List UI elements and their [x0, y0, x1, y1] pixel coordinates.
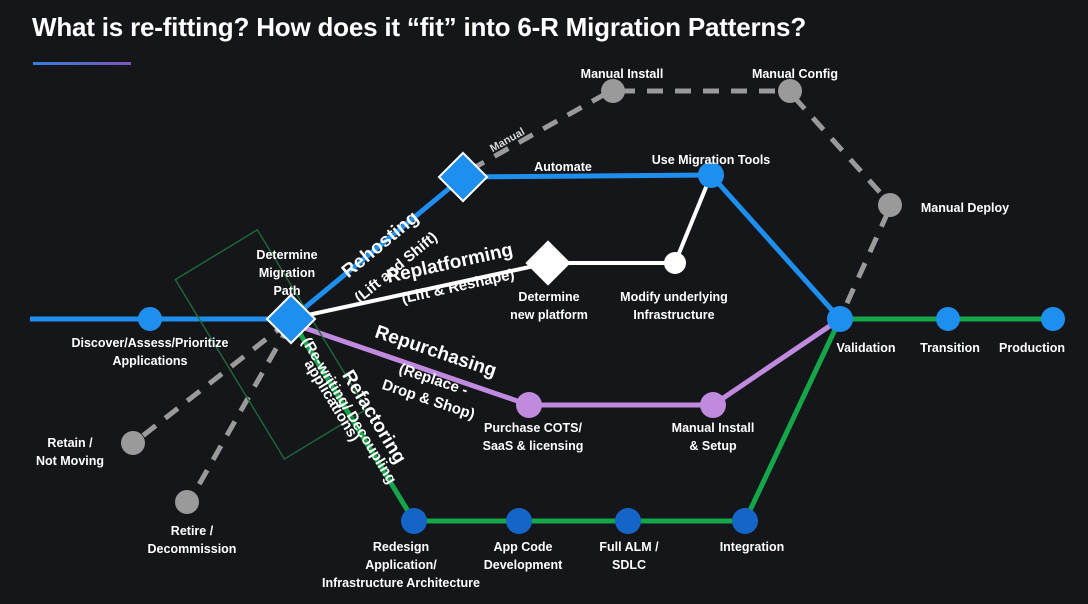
edge-manual-deploy-to-validation [840, 210, 891, 314]
node-retain[interactable] [121, 431, 145, 455]
label-modify-infrastructure-line2: Infrastructure [633, 308, 714, 322]
node-full-alm-sdlc[interactable] [615, 508, 641, 534]
label-transition: Transition [920, 341, 980, 355]
node-transition[interactable] [936, 307, 960, 331]
label-app-code-line2: Development [484, 558, 563, 572]
label-manual-install-top: Manual Install [581, 67, 664, 81]
label-determine-path-line3: Path [273, 284, 300, 298]
label-modify-infrastructure-line1: Modify underlying [620, 290, 728, 304]
node-manual-install-setup[interactable] [700, 392, 726, 418]
label-manual-config: Manual Config [752, 67, 838, 81]
label-use-migration-tools: Use Migration Tools [652, 153, 771, 167]
label-retain-line2: Not Moving [36, 454, 104, 468]
node-discover[interactable] [138, 307, 162, 331]
label-manual-install-setup-line1: Manual Install [672, 421, 755, 435]
label-validation: Validation [836, 341, 895, 355]
node-modify-infrastructure[interactable] [664, 252, 686, 274]
node-manual-install-top[interactable] [601, 79, 625, 103]
label-determine-path-line1: Determine [256, 248, 317, 262]
label-redesign-line3: Infrastructure Architecture [322, 576, 480, 590]
label-redesign-line2: Application/ [365, 558, 437, 572]
label-integration: Integration [720, 540, 785, 554]
label-determine-path-line2: Migration [259, 266, 315, 280]
label-purchase-cots-line1: Purchase COTS/ [484, 421, 582, 435]
label-redesign-line1: Redesign [373, 540, 429, 554]
node-integration[interactable] [732, 508, 758, 534]
label-retire-line1: Retire / [171, 524, 214, 538]
label-production: Production [999, 341, 1065, 355]
label-purchase-cots-line2: SaaS & licensing [483, 439, 584, 453]
diagram-canvas: What is re-fitting? How does it “fit” in… [0, 0, 1088, 604]
edge-rehosting-to-manual-install [468, 90, 609, 173]
label-app-code-line1: App Code [493, 540, 552, 554]
node-app-code-development[interactable] [506, 508, 532, 534]
node-manual-deploy[interactable] [878, 193, 902, 217]
node-purchase-cots[interactable] [516, 392, 542, 418]
label-determine-new-platform-line1: Determine [518, 290, 579, 304]
edge-tools-to-validation [709, 173, 842, 321]
label-discover-line2: Applications [112, 354, 187, 368]
label-manual-deploy: Manual Deploy [921, 201, 1009, 215]
edge-modify-infra-to-tools [673, 174, 713, 264]
edge-automate [462, 172, 712, 180]
node-redesign[interactable] [401, 508, 427, 534]
edge-label-automate: Automate [534, 160, 592, 174]
node-determine-new-platform[interactable] [525, 240, 571, 286]
label-determine-new-platform-line2: new platform [510, 308, 588, 322]
label-full-alm-line2: SDLC [612, 558, 646, 572]
label-full-alm-line1: Full ALM / [599, 540, 659, 554]
label-retain-line1: Retain / [47, 436, 93, 450]
label-retire-line2: Decommission [148, 542, 237, 556]
node-validation[interactable] [827, 306, 853, 332]
node-retire[interactable] [175, 490, 199, 514]
node-production[interactable] [1041, 307, 1065, 331]
migration-pattern-diagram: Discover/Assess/Prioritize Applications … [30, 67, 1065, 590]
label-discover-line1: Discover/Assess/Prioritize [71, 336, 228, 350]
node-manual-config[interactable] [778, 79, 802, 103]
label-manual-install-setup-line2: & Setup [689, 439, 737, 453]
edge-manual-config-to-manual-deploy [792, 95, 888, 201]
